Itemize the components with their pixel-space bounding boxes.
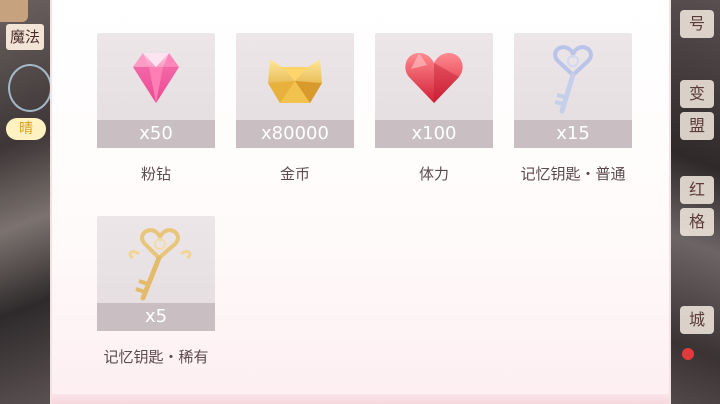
weather-badge: 晴 <box>6 118 46 140</box>
gold-key-icon <box>128 228 192 301</box>
panel-bottom-edge <box>52 394 669 404</box>
side-button-6[interactable]: 城 <box>680 306 714 334</box>
side-button-5[interactable]: 格 <box>680 208 714 236</box>
reward-tile: x100 <box>375 33 493 148</box>
reward-tile: x15 <box>514 33 632 148</box>
reward-name: 粉钻 <box>140 165 171 183</box>
reward-quantity: x80000 <box>236 120 354 148</box>
red-heart-icon <box>405 53 463 103</box>
reward-name: 体力 <box>418 165 449 183</box>
background-scene-left <box>0 0 52 404</box>
reward-item[interactable]: x15 记忆钥匙・普通 <box>514 33 632 184</box>
reward-quantity: x100 <box>375 120 493 148</box>
reward-panel: x50 粉钻 x80000 金币 x100 体力 x15 记忆钥匙・普通 x5 … <box>52 0 669 404</box>
reward-tile: x5 <box>97 216 215 331</box>
pink-diamond-icon <box>133 53 179 103</box>
side-button-3[interactable]: 盟 <box>680 112 714 140</box>
reward-quantity: x5 <box>97 303 215 331</box>
reward-quantity: x50 <box>97 120 215 148</box>
avatar[interactable] <box>0 0 28 22</box>
silver-key-icon <box>553 45 593 114</box>
reward-item[interactable]: x5 记忆钥匙・稀有 <box>97 216 215 367</box>
reward-name: 记忆钥匙・普通 <box>520 165 626 183</box>
notification-dot <box>682 348 694 360</box>
reward-item[interactable]: x50 粉钻 <box>97 33 215 184</box>
reward-name: 记忆钥匙・稀有 <box>103 348 209 366</box>
side-button-4[interactable]: 红 <box>680 176 714 204</box>
side-button-1[interactable]: 号 <box>680 10 714 38</box>
reward-quantity: x15 <box>514 120 632 148</box>
side-tag[interactable]: 魔法 <box>6 24 44 50</box>
reward-tile: x80000 <box>236 33 354 148</box>
ring-icon <box>8 64 52 112</box>
reward-item[interactable]: x100 体力 <box>375 33 493 184</box>
reward-item[interactable]: x80000 金币 <box>236 33 354 184</box>
reward-name: 金币 <box>279 165 310 183</box>
reward-tile: x50 <box>97 33 215 148</box>
side-button-2[interactable]: 变 <box>680 80 714 108</box>
gold-coin-cat-icon <box>268 59 322 103</box>
